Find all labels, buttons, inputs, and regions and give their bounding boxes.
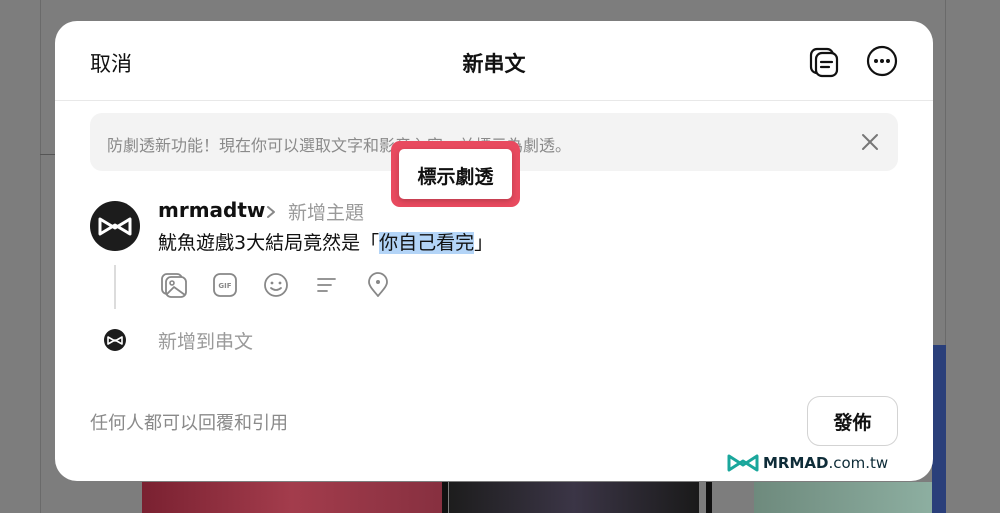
background-image bbox=[932, 345, 946, 513]
spoiler-popup: 標示劇透 bbox=[391, 141, 520, 207]
location-icon[interactable] bbox=[364, 271, 392, 299]
mrmad-logo-icon bbox=[727, 454, 759, 472]
drafts-icon[interactable] bbox=[807, 45, 841, 79]
publish-button[interactable]: 發佈 bbox=[807, 396, 898, 446]
post-text-after: 」 bbox=[474, 232, 494, 254]
avatar bbox=[90, 201, 140, 251]
emoji-icon[interactable] bbox=[262, 271, 290, 299]
watermark-brand: MRMAD bbox=[763, 454, 829, 472]
more-icon[interactable] bbox=[865, 44, 899, 78]
reply-permission[interactable]: 任何人都可以回覆和引用 bbox=[90, 409, 288, 435]
add-topic-input[interactable]: 新增主題 bbox=[288, 198, 364, 225]
dialog-header: 取消 新串文 bbox=[55, 21, 933, 101]
gallery-icon[interactable] bbox=[160, 271, 188, 299]
dialog-title: 新串文 bbox=[462, 52, 526, 76]
chevron-right-icon bbox=[264, 203, 278, 221]
background-image bbox=[754, 482, 944, 513]
add-to-thread[interactable]: 新增到串文 bbox=[158, 327, 253, 354]
thread-line bbox=[114, 265, 116, 309]
poll-icon[interactable] bbox=[313, 271, 341, 299]
watermark-text: MRMAD.com.tw bbox=[763, 454, 888, 472]
post-text-input[interactable]: 魷魚遊戲3大結局竟然是「你自己看完」 bbox=[158, 228, 493, 255]
background-divider bbox=[442, 482, 448, 513]
watermark: MRMAD.com.tw bbox=[727, 452, 927, 474]
svg-text:GIF: GIF bbox=[218, 282, 231, 290]
post-text-before: 魷魚遊戲3大結局竟然是「 bbox=[158, 232, 380, 254]
background-divider bbox=[706, 482, 712, 513]
background-image bbox=[142, 482, 442, 513]
background-image bbox=[449, 482, 699, 513]
spoiler-popup-body: 標示劇透 bbox=[399, 149, 512, 199]
background-divider bbox=[40, 0, 41, 513]
small-avatar bbox=[104, 329, 126, 351]
mark-spoiler-button[interactable]: 標示劇透 bbox=[399, 162, 512, 189]
close-icon[interactable] bbox=[861, 133, 879, 151]
watermark-domain: .com.tw bbox=[828, 454, 889, 472]
username: mrmadtw bbox=[158, 198, 266, 222]
new-thread-dialog: 取消 新串文 防劇透新功能！現在你可以選取文字和影音內容，並標示為劇透。 mrm… bbox=[55, 21, 933, 481]
background-divider bbox=[40, 154, 56, 155]
selected-text[interactable]: 你自己看完 bbox=[379, 232, 475, 254]
gif-icon[interactable]: GIF bbox=[211, 271, 239, 299]
